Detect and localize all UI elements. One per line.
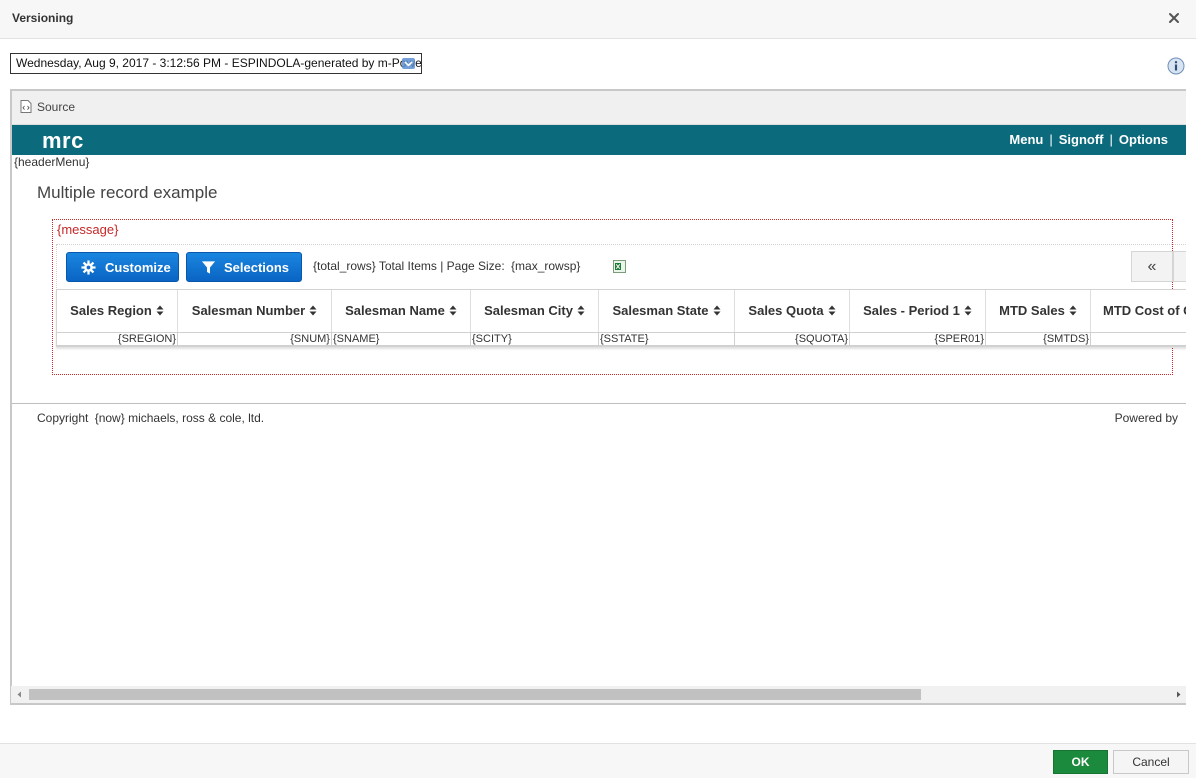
table-cell: {SNAME}: [332, 332, 471, 346]
footer-divider: [12, 403, 1186, 404]
column-header-text: Salesman Name: [345, 303, 445, 318]
column-header-label: Salesman Number: [178, 303, 331, 318]
column-header-label: Salesman Name: [332, 303, 470, 318]
grid-summary: {total_rows} Total Items | Page Size: {m…: [313, 259, 580, 273]
close-icon[interactable]: [1166, 10, 1182, 26]
column-header[interactable]: Salesman Name: [332, 290, 471, 332]
horizontal-scrollbar[interactable]: [11, 686, 1186, 703]
table-cell: {SQUOTA}: [735, 332, 850, 346]
dialog-title: Versioning: [12, 11, 74, 25]
column-header-label: Salesman City: [471, 303, 598, 318]
dialog-button-bar: OK Cancel: [0, 743, 1196, 778]
sort-icon: [449, 305, 457, 316]
source-label: Source: [37, 100, 76, 114]
column-header[interactable]: MTD Cost of G: [1091, 290, 1186, 332]
sort-icon: [577, 305, 585, 316]
total-rows-placeholder: {total_rows}: [313, 259, 376, 273]
source-preview-frame: Source mrc Menu | Signoff | Options {headerM…: [10, 89, 1186, 705]
customize-label: Customize: [105, 260, 171, 275]
column-header-label: Sales - Period 1: [850, 303, 985, 318]
column-header[interactable]: Salesman State: [599, 290, 735, 332]
nav-options-link[interactable]: Options: [1119, 132, 1168, 147]
sort-icon: [828, 305, 836, 316]
column-header-text: Sales Quota: [748, 303, 824, 318]
cancel-button[interactable]: Cancel: [1113, 750, 1189, 774]
sort-icon: [1069, 305, 1077, 316]
column-header[interactable]: Salesman City: [471, 290, 599, 332]
column-header[interactable]: MTD Sales: [986, 290, 1091, 332]
version-select-value: Wednesday, Aug 9, 2017 - 3:12:56 PM - ES…: [16, 56, 422, 70]
column-header-label: Sales Region: [57, 303, 177, 318]
excel-export-icon[interactable]: [613, 260, 626, 273]
app-nav: Menu | Signoff | Options: [1009, 132, 1186, 147]
column-header-text: Salesman City: [484, 303, 573, 318]
powered-by-text: Powered by: [1114, 411, 1178, 425]
header-menu-placeholder: {headerMenu}: [14, 155, 90, 169]
scroll-right-icon[interactable]: [1175, 691, 1182, 698]
column-header[interactable]: Sales Region: [57, 290, 178, 332]
table-cell: {SCITY}: [471, 332, 599, 346]
company-name: michaels, ross & cole, ltd.: [128, 411, 265, 425]
selections-button[interactable]: Selections: [186, 252, 302, 282]
chevron-down-icon: [402, 58, 415, 69]
page-title: Multiple record example: [37, 183, 218, 202]
ok-button[interactable]: OK: [1053, 750, 1108, 774]
gear-icon: [81, 260, 96, 275]
column-header-label: MTD Sales: [986, 303, 1090, 318]
total-items-text: Total Items | Page Size:: [378, 259, 505, 273]
info-icon[interactable]: [1167, 57, 1185, 75]
nav-menu-link[interactable]: Menu: [1009, 132, 1043, 147]
column-header-text: Salesman State: [612, 303, 709, 318]
column-header-text: Salesman Number: [191, 303, 306, 318]
message-placeholder: {message}: [57, 222, 119, 237]
copyright-prefix: Copyright: [37, 411, 89, 425]
column-header-text: MTD Cost of G: [1103, 303, 1186, 318]
column-header-label: Sales Quota: [735, 303, 849, 318]
grid-toolbar: Customize Selections {total_rows} Total …: [56, 244, 1186, 290]
nav-separator: |: [1049, 132, 1053, 147]
table-cell: {SSTATE}: [599, 332, 735, 346]
copyright-text: Copyright {now} michaels, ross & cole, l…: [37, 411, 264, 425]
table-cell: {SMTDS}: [986, 332, 1091, 346]
column-header-label: MTD Cost of G: [1091, 303, 1186, 318]
sort-icon: [964, 305, 972, 316]
app-header-bar: mrc Menu | Signoff | Options: [12, 125, 1186, 155]
column-header-text: Sales - Period 1: [863, 303, 960, 318]
column-header[interactable]: Sales - Period 1: [850, 290, 986, 332]
table-cell: {SPER01}: [850, 332, 986, 346]
source-code-icon: [20, 100, 32, 113]
dialog-title-bar: Versioning: [0, 0, 1196, 39]
previous-page-button[interactable]: ‹: [1173, 251, 1186, 282]
column-header-text: Sales Region: [70, 303, 152, 318]
scrollbar-thumb[interactable]: [29, 689, 921, 700]
source-header: Source: [12, 91, 1186, 125]
selections-label: Selections: [224, 260, 290, 275]
sort-icon: [309, 305, 317, 316]
scroll-left-icon[interactable]: [16, 691, 23, 698]
customize-button[interactable]: Customize: [66, 252, 179, 282]
column-header-text: MTD Sales: [999, 303, 1065, 318]
table-cell: [1091, 332, 1186, 346]
table-cell: {SNUM}: [178, 332, 332, 346]
sort-icon: [156, 305, 164, 316]
table-cell: {SREGION}: [57, 332, 178, 346]
column-header[interactable]: Sales Quota: [735, 290, 850, 332]
filter-icon: [201, 261, 216, 274]
now-placeholder: {now}: [94, 411, 125, 425]
version-select[interactable]: Wednesday, Aug 9, 2017 - 3:12:56 PM - ES…: [10, 53, 422, 74]
first-page-button[interactable]: «: [1131, 251, 1173, 282]
max-rows-placeholder: {max_rowsp}: [511, 259, 581, 273]
sort-icon: [713, 305, 721, 316]
app-logo: mrc: [42, 128, 84, 153]
column-header-label: Salesman State: [599, 303, 734, 318]
nav-separator: |: [1109, 132, 1113, 147]
data-grid: Sales Region {SREGION} Salesman Number {SNU…: [56, 289, 1186, 347]
nav-signoff-link[interactable]: Signoff: [1059, 132, 1104, 147]
column-header[interactable]: Salesman Number: [178, 290, 332, 332]
